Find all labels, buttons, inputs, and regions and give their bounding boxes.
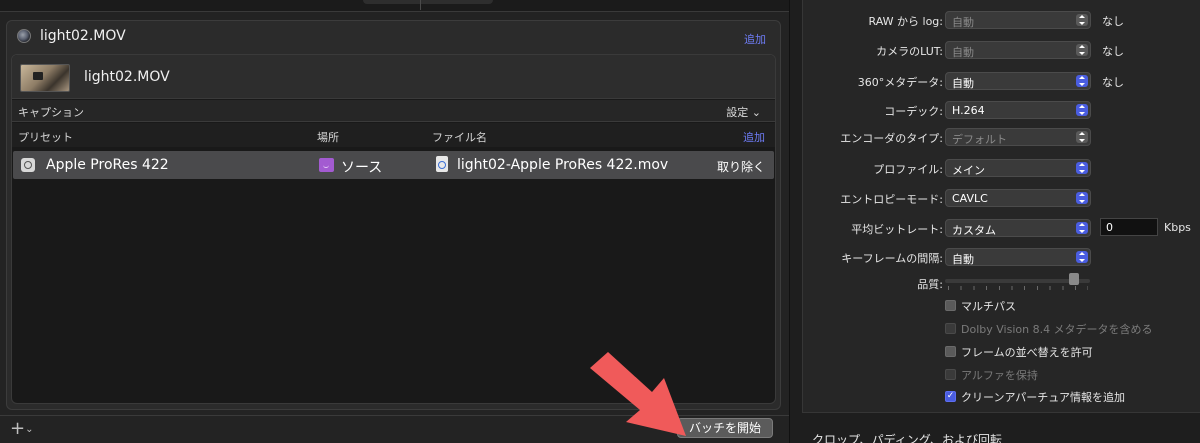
raw-to-log-label: RAW から log: xyxy=(868,15,943,28)
camera-lut-label: カメラのLUT: xyxy=(876,45,943,58)
entropy-mode-label: エントロピーモード: xyxy=(840,193,943,206)
output-preset: Apple ProRes 422 xyxy=(46,157,169,173)
bitrate-input[interactable]: 0 xyxy=(1100,218,1158,236)
dolby-vision-label: Dolby Vision 8.4 メタデータを含める xyxy=(961,323,1153,336)
stepper-icon xyxy=(1076,162,1088,174)
stepper-icon xyxy=(1076,131,1088,143)
inspector-pane: RAW から log: 自動 なし カメラのLUT: 自動 なし 360°メタデ… xyxy=(790,0,1200,443)
stepper-icon xyxy=(1076,14,1088,26)
source-name: light02.MOV xyxy=(84,69,170,85)
quality-slider-knob[interactable] xyxy=(1069,273,1080,285)
raw-to-log-side: なし xyxy=(1102,15,1124,28)
preserve-alpha-label: アルファを保持 xyxy=(961,369,1038,382)
metadata360-side: なし xyxy=(1102,76,1124,89)
caption-label: キャプション xyxy=(18,106,84,119)
job-card: light02.MOV 追加 light02.MOV キャプション 設定 ⌄ プ… xyxy=(6,20,781,410)
preserve-alpha-checkbox[interactable] xyxy=(945,369,956,380)
batch-pane: light02.MOV 追加 light02.MOV キャプション 設定 ⌄ プ… xyxy=(0,0,789,443)
raw-to-log-popup[interactable]: 自動 xyxy=(945,11,1091,29)
camera-lut-value: 自動 xyxy=(952,46,974,59)
metadata360-value: 自動 xyxy=(952,77,974,90)
clean-aperture-checkbox[interactable]: ✓ xyxy=(945,391,956,402)
caption-settings-menu[interactable]: 設定 ⌄ xyxy=(726,104,761,120)
stepper-icon xyxy=(1076,44,1088,56)
bitrate-number: 0 xyxy=(1106,221,1113,234)
frame-reorder-checkbox[interactable] xyxy=(945,346,956,357)
keyframe-interval-label: キーフレームの間隔: xyxy=(841,252,943,265)
output-filename[interactable]: light02-Apple ProRes 422.mov xyxy=(457,157,668,173)
metadata360-popup[interactable]: 自動 xyxy=(945,72,1091,90)
encoder-type-value: デフォルト xyxy=(952,133,1007,146)
metadata360-label: 360°メタデータ: xyxy=(857,76,943,89)
camera-lut-side: なし xyxy=(1102,45,1124,58)
entropy-mode-value: CAVLC xyxy=(952,192,988,205)
plus-icon: + xyxy=(10,418,26,439)
profile-popup[interactable]: メイン xyxy=(945,159,1091,177)
add-menu-button[interactable]: +⌄ xyxy=(10,420,33,441)
crop-section-heading[interactable]: クロップ、パディング、および回転 xyxy=(812,431,1002,443)
quality-slider-ticks xyxy=(948,286,1088,290)
toolbar-tab xyxy=(363,0,493,4)
multipass-checkbox[interactable] xyxy=(945,300,956,311)
stepper-icon xyxy=(1076,192,1088,204)
folder-icon xyxy=(319,158,334,172)
avg-bitrate-value: カスタム xyxy=(952,224,996,237)
column-filename: ファイル名 xyxy=(432,131,487,144)
stepper-icon xyxy=(1076,222,1088,234)
video-thumbnail xyxy=(20,64,70,92)
entropy-mode-popup[interactable]: CAVLC xyxy=(945,189,1091,207)
encoder-type-label: エンコーダのタイプ: xyxy=(840,132,943,145)
toolbar-separator xyxy=(420,0,421,10)
footer-divider xyxy=(0,415,789,416)
compressor-preset-icon xyxy=(21,158,35,172)
column-preset: プリセット xyxy=(18,131,73,144)
camera-lut-popup[interactable]: 自動 xyxy=(945,41,1091,59)
codec-popup[interactable]: H.264 xyxy=(945,101,1091,119)
clean-aperture-label: クリーンアパーチュア情報を追加 xyxy=(961,391,1126,404)
codec-label: コーデック: xyxy=(884,105,943,118)
multipass-label: マルチパス xyxy=(961,300,1016,313)
dolby-vision-checkbox[interactable] xyxy=(945,323,956,334)
add-output-button[interactable]: 追加 xyxy=(743,129,765,145)
bitrate-unit: Kbps xyxy=(1164,221,1191,234)
checkmark-icon: ✓ xyxy=(946,391,955,401)
column-location: 場所 xyxy=(317,131,339,144)
compressor-job-icon xyxy=(17,29,31,43)
output-location[interactable]: ソース xyxy=(341,157,382,177)
output-row[interactable]: Apple ProRes 422 ソース light02-Apple ProRe… xyxy=(13,151,774,179)
avg-bitrate-label: 平均ビットレート: xyxy=(851,223,943,236)
chevron-down-icon: ⌄ xyxy=(25,424,34,435)
frame-reorder-label: フレームの並べ替えを許可 xyxy=(961,346,1093,359)
profile-label: プロファイル: xyxy=(873,163,943,176)
keyframe-interval-popup[interactable]: 自動 xyxy=(945,248,1091,266)
top-toolbar-strip xyxy=(0,0,789,12)
quicktime-file-icon xyxy=(436,156,448,172)
stepper-icon xyxy=(1076,75,1088,87)
add-output-link[interactable]: 追加 xyxy=(744,31,766,47)
stepper-icon xyxy=(1076,104,1088,116)
keyframe-interval-value: 自動 xyxy=(952,253,974,266)
source-box: light02.MOV キャプション 設定 ⌄ プリセット 場所 ファイル名 追… xyxy=(11,54,776,404)
caption-row: キャプション 設定 ⌄ xyxy=(12,100,775,122)
source-header: light02.MOV xyxy=(12,55,775,99)
start-batch-button[interactable]: バッチを開始 xyxy=(677,418,773,438)
quality-label: 品質: xyxy=(917,278,943,291)
raw-to-log-value: 自動 xyxy=(952,16,974,29)
avg-bitrate-popup[interactable]: カスタム xyxy=(945,219,1091,237)
output-column-header: プリセット 場所 ファイル名 追加 xyxy=(12,123,775,147)
encoder-type-popup[interactable]: デフォルト xyxy=(945,128,1091,146)
codec-value: H.264 xyxy=(952,104,985,117)
stepper-icon xyxy=(1076,251,1088,263)
job-header: light02.MOV 追加 xyxy=(7,21,780,53)
job-title: light02.MOV xyxy=(40,28,126,44)
video-settings: RAW から log: 自動 なし カメラのLUT: 自動 なし 360°メタデ… xyxy=(802,0,1200,413)
profile-value: メイン xyxy=(952,164,985,177)
remove-output-button[interactable]: 取り除く xyxy=(717,158,765,175)
